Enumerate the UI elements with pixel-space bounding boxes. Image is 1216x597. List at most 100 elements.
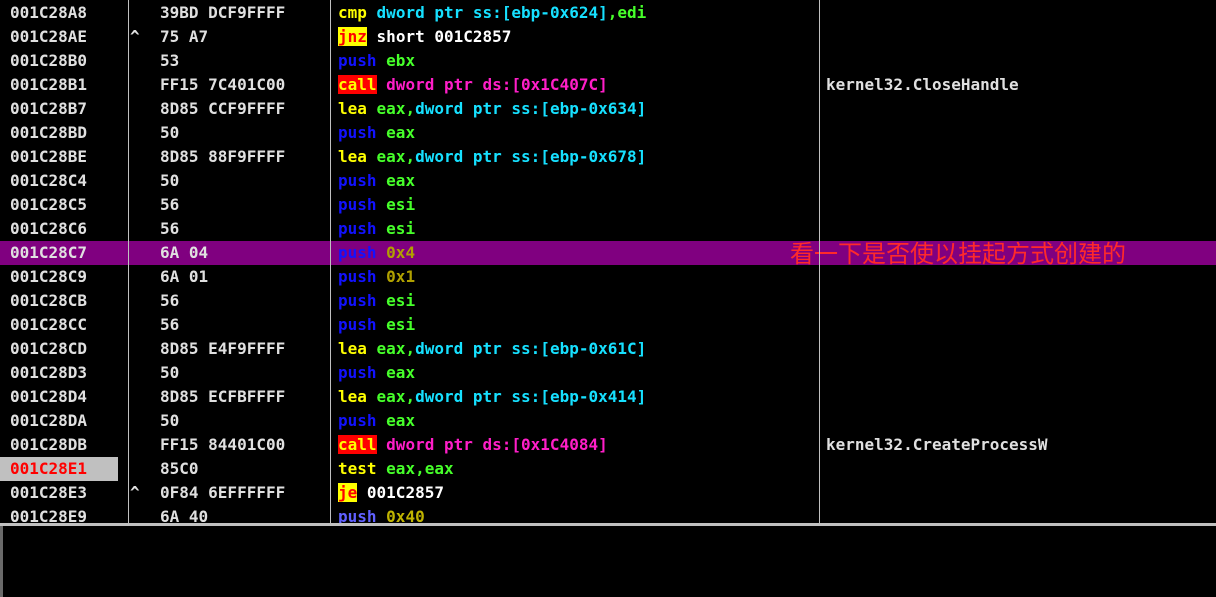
comment-cell[interactable] <box>826 289 1216 313</box>
disassembly-cell[interactable]: call dword ptr ds:[0x1C407C] <box>338 73 818 97</box>
comment-cell[interactable] <box>826 385 1216 409</box>
disasm-row[interactable]: 001C28BD 50 push eax <box>0 121 1216 145</box>
hex-bytes-cell[interactable]: 8D85 E4F9FFFF <box>160 337 328 361</box>
hex-bytes-cell[interactable]: 50 <box>160 169 328 193</box>
hex-bytes-cell[interactable]: 56 <box>160 313 328 337</box>
disasm-row[interactable]: 001C28AE ^ 75 A7 jnz short 001C2857 <box>0 25 1216 49</box>
disassembly-cell[interactable]: push ebx <box>338 49 818 73</box>
disassembly-cell[interactable]: push 0x1 <box>338 265 818 289</box>
disasm-row[interactable]: 001C28E1 85C0 test eax,eax <box>0 457 1216 481</box>
info-pane[interactable] <box>3 526 1216 597</box>
comment-cell[interactable] <box>826 97 1216 121</box>
comment-cell[interactable] <box>826 145 1216 169</box>
address-cell[interactable]: 001C28B1 <box>10 73 126 97</box>
address-cell[interactable]: 001C28CC <box>10 313 126 337</box>
disasm-row[interactable]: 001C28C4 50 push eax <box>0 169 1216 193</box>
address-cell[interactable]: 001C28E9 <box>10 505 126 523</box>
hex-bytes-cell[interactable]: 8D85 88F9FFFF <box>160 145 328 169</box>
disasm-row[interactable]: 001C28CD 8D85 E4F9FFFF lea eax,dword ptr s… <box>0 337 1216 361</box>
comment-cell[interactable] <box>826 25 1216 49</box>
comment-cell[interactable] <box>826 361 1216 385</box>
hex-bytes-cell[interactable]: 0F84 6EFFFFFF <box>160 481 328 505</box>
comment-cell[interactable] <box>826 481 1216 505</box>
comment-cell[interactable] <box>826 457 1216 481</box>
hex-bytes-cell[interactable]: 6A 04 <box>160 241 328 265</box>
disassembly-cell[interactable]: push eax <box>338 361 818 385</box>
hex-bytes-cell[interactable]: 50 <box>160 361 328 385</box>
address-cell[interactable]: 001C28A8 <box>10 1 126 25</box>
address-cell[interactable]: 001C28E3 <box>10 481 126 505</box>
disasm-row[interactable]: 001C28DA 50 push eax <box>0 409 1216 433</box>
hex-bytes-cell[interactable]: 85C0 <box>160 457 328 481</box>
comment-cell[interactable] <box>826 169 1216 193</box>
disassembly-cell[interactable]: call dword ptr ds:[0x1C4084] <box>338 433 818 457</box>
disassembly-cell[interactable]: jnz short 001C2857 <box>338 25 818 49</box>
comment-cell[interactable]: kernel32.CloseHandle <box>826 73 1216 97</box>
comment-cell[interactable] <box>826 313 1216 337</box>
disasm-row[interactable]: 001C28CC 56 push esi <box>0 313 1216 337</box>
address-cell[interactable]: 001C28CD <box>10 337 126 361</box>
comment-cell[interactable] <box>826 193 1216 217</box>
disassembly-cell[interactable]: lea eax,dword ptr ss:[ebp-0x634] <box>338 97 818 121</box>
address-cell[interactable]: 001C28BD <box>10 121 126 145</box>
disasm-row[interactable]: 001C28C6 56 push esi <box>0 217 1216 241</box>
disasm-row[interactable]: 001C28BE 8D85 88F9FFFF lea eax,dword ptr s… <box>0 145 1216 169</box>
hex-bytes-cell[interactable]: FF15 84401C00 <box>160 433 328 457</box>
disassembly-cell[interactable]: push esi <box>338 217 818 241</box>
disassembly-cell[interactable]: cmp dword ptr ss:[ebp-0x624],edi <box>338 1 818 25</box>
hex-bytes-cell[interactable]: 75 A7 <box>160 25 328 49</box>
comment-cell[interactable] <box>826 49 1216 73</box>
disassembly-cell[interactable]: push eax <box>338 169 818 193</box>
hex-bytes-cell[interactable]: 53 <box>160 49 328 73</box>
comment-cell[interactable] <box>826 409 1216 433</box>
disasm-row[interactable]: 001C28B7 8D85 CCF9FFFF lea eax,dword ptr s… <box>0 97 1216 121</box>
disassembly-cell[interactable]: push esi <box>338 193 818 217</box>
disasm-row[interactable]: 001C28E9 6A 40 push 0x40 <box>0 505 1216 523</box>
address-cell[interactable]: 001C28BE <box>10 145 126 169</box>
disassembly-cell[interactable]: lea eax,dword ptr ss:[ebp-0x678] <box>338 145 818 169</box>
column-divider-disassembly[interactable] <box>819 0 820 523</box>
disasm-row[interactable]: 001C28B1 FF15 7C401C00 call dword ptr ds:[… <box>0 73 1216 97</box>
address-cell[interactable]: 001C28B7 <box>10 97 126 121</box>
address-cell[interactable]: 001C28DB <box>10 433 126 457</box>
disasm-row[interactable]: 001C28CB 56 push esi <box>0 289 1216 313</box>
address-cell[interactable]: 001C28C9 <box>10 265 126 289</box>
disassembly-cell[interactable]: push esi <box>338 289 818 313</box>
comment-cell[interactable] <box>826 505 1216 523</box>
disasm-row[interactable]: 001C28C5 56 push esi <box>0 193 1216 217</box>
address-cell[interactable]: 001C28AE <box>10 25 126 49</box>
address-cell[interactable]: 001C28B0 <box>10 49 126 73</box>
address-cell[interactable]: 001C28DA <box>10 409 126 433</box>
disassembly-cell[interactable]: test eax,eax <box>338 457 818 481</box>
address-cell[interactable]: 001C28C4 <box>10 169 126 193</box>
disassembly-cell[interactable]: push 0x4 <box>338 241 818 265</box>
column-divider-bytes[interactable] <box>330 0 331 523</box>
disassembly-cell[interactable]: push eax <box>338 409 818 433</box>
hex-bytes-cell[interactable]: 8D85 CCF9FFFF <box>160 97 328 121</box>
disasm-row[interactable]: 001C28DB FF15 84401C00 call dword ptr ds:[… <box>0 433 1216 457</box>
column-divider-address[interactable] <box>128 0 129 523</box>
comment-cell[interactable] <box>826 1 1216 25</box>
disassembly-cell[interactable]: je 001C2857 <box>338 481 818 505</box>
disassembly-cell[interactable]: push eax <box>338 121 818 145</box>
address-cell[interactable]: 001C28C7 <box>10 241 126 265</box>
disasm-row[interactable]: 001C28D4 8D85 ECFBFFFF lea eax,dword ptr s… <box>0 385 1216 409</box>
disasm-row[interactable]: 001C28A8 39BD DCF9FFFF cmp dword ptr ss:[e… <box>0 1 1216 25</box>
hex-bytes-cell[interactable]: 56 <box>160 217 328 241</box>
address-cell[interactable]: 001C28CB <box>10 289 126 313</box>
disasm-row[interactable]: 001C28B0 53 push ebx <box>0 49 1216 73</box>
address-cell[interactable]: 001C28D3 <box>10 361 126 385</box>
hex-bytes-cell[interactable]: 39BD DCF9FFFF <box>160 1 328 25</box>
disassembly-cell[interactable]: lea eax,dword ptr ss:[ebp-0x61C] <box>338 337 818 361</box>
disassembly-cell[interactable]: push 0x40 <box>338 505 818 523</box>
comment-cell[interactable] <box>826 217 1216 241</box>
address-cell[interactable]: 001C28D4 <box>10 385 126 409</box>
comment-cell[interactable] <box>826 337 1216 361</box>
address-cell[interactable]: 001C28E1 <box>0 457 118 481</box>
hex-bytes-cell[interactable]: 56 <box>160 289 328 313</box>
disasm-row[interactable]: 001C28D3 50 push eax <box>0 361 1216 385</box>
hex-bytes-cell[interactable]: FF15 7C401C00 <box>160 73 328 97</box>
hex-bytes-cell[interactable]: 6A 01 <box>160 265 328 289</box>
comment-cell[interactable]: kernel32.CreateProcessW <box>826 433 1216 457</box>
disassembly-cell[interactable]: push esi <box>338 313 818 337</box>
